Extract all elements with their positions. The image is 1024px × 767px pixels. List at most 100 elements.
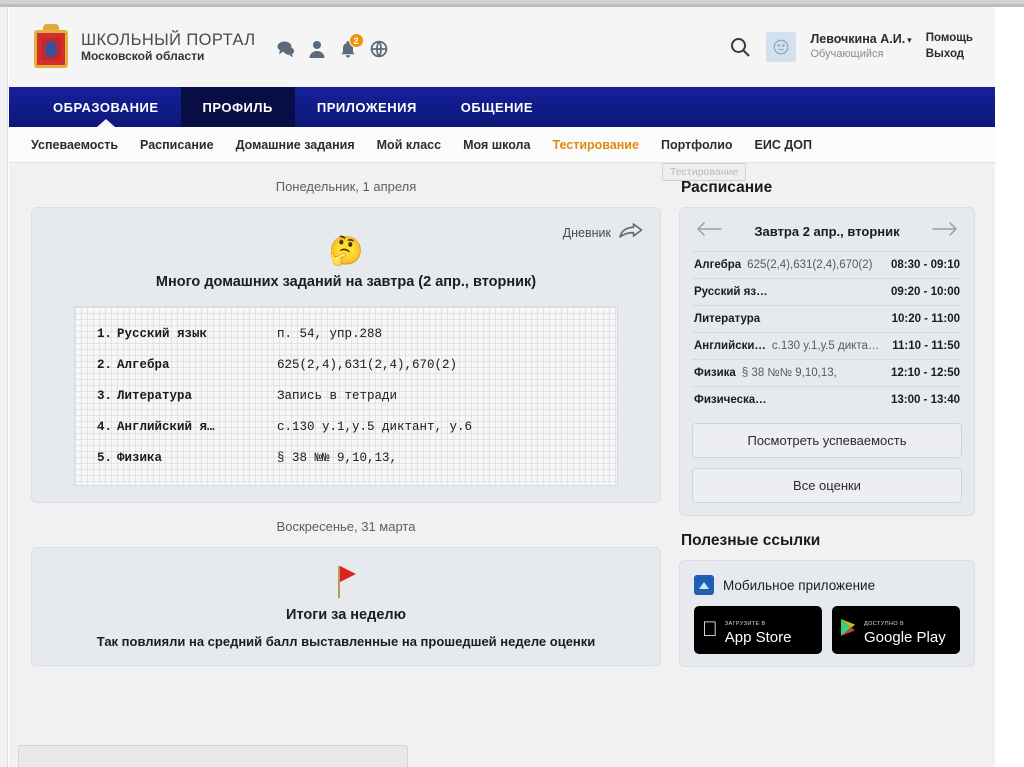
secondary-navigation: Успеваемость Расписание Домашние задания… [9,127,995,163]
share-arrow-icon[interactable] [618,222,644,243]
homework-task: с.130 у.1,у.5 диктант, у.6 [277,420,472,434]
nav-item-communication[interactable]: ОБЩЕНИЕ [439,87,555,127]
homework-task: § 38 №№ 9,10,13, [277,451,397,465]
app-store-small-label: Загрузите в [725,621,766,627]
week-summary-title: Итоги за неделю [48,607,644,623]
sidebar-column: Расписание Завтра 2 апр., вторник [679,163,975,667]
homework-row: 1. Русский язык п. 54, упр.288 [97,327,595,341]
week-summary-subtitle: Так повлияли на средний балл выставленны… [48,634,644,649]
subnav-item-my-class[interactable]: Мой класс [377,138,441,152]
site-header: ШКОЛЬНЫЙ ПОРТАЛ Московской области [9,7,995,87]
user-menu[interactable]: Левочкина А.И.▾ Обучающийся [810,32,911,61]
schedule-row[interactable]: Английски… с.130 у.1,у.5 дикта… 11:10 - … [692,332,962,359]
bottom-partial-card [18,745,408,767]
feed-day-label-sunday: Воскресенье, 31 марта [31,503,661,547]
homework-index: 3. [97,389,117,403]
homework-row: 4. Английский я… с.130 у.1,у.5 диктант, … [97,420,595,434]
header-help-links: Помощь Выход [926,31,973,62]
diary-link[interactable]: Дневник [563,222,644,243]
nav-item-applications[interactable]: ПРИЛОЖЕНИЯ [295,87,439,127]
google-play-label: Google Play [864,629,946,646]
homework-card: Дневник 🤔 Много домашних заданий на завт… [31,207,661,503]
schedule-panel: Завтра 2 апр., вторник Алгебра 625(2,4),… [679,207,975,516]
homework-row: 2. Алгебра 625(2,4),631(2,4),670(2) [97,358,595,372]
user-role: Обучающийся [810,48,911,62]
primary-navigation: ОБРАЗОВАНИЕ ПРОФИЛЬ ПРИЛОЖЕНИЯ ОБЩЕНИЕ [9,87,995,127]
schedule-time: 11:10 - 11:50 [884,340,960,352]
chevron-down-icon[interactable]: ▾ [907,35,912,45]
schedule-time: 08:30 - 09:10 [883,259,960,271]
schedule-subject: Английски… [694,340,766,352]
homework-task: 625(2,4),631(2,4),670(2) [277,358,457,372]
search-icon[interactable] [728,35,752,59]
google-play-logo-icon [840,618,857,642]
messages-icon[interactable] [276,39,296,59]
schedule-row[interactable]: Алгебра 625(2,4),631(2,4),670(2) 08:30 -… [692,251,962,278]
schedule-task: 625(2,4),631(2,4),670(2) [747,259,883,271]
homework-index: 1. [97,327,117,341]
schedule-subject: Литература [694,313,760,325]
logout-link[interactable]: Выход [926,47,973,63]
subnav-item-testing[interactable]: Тестирование [552,138,639,152]
homework-subject: Литература [117,389,277,403]
schedule-date-label: Завтра 2 апр., вторник [754,224,899,239]
week-summary-card: Итоги за неделю Так повлияли на средний … [31,547,661,666]
help-link[interactable]: Помощь [926,31,973,47]
schedule-time: 12:10 - 12:50 [883,367,960,379]
schedule-header: Завтра 2 апр., вторник [692,218,962,251]
view-performance-button[interactable]: Посмотреть успеваемость [692,423,962,458]
header-user-area: Левочкина А.И.▾ Обучающийся Помощь Выход [728,31,995,62]
nav-item-education[interactable]: ОБРАЗОВАНИЕ [31,87,181,127]
app-store-badge[interactable]:  Загрузите в App Store [694,606,822,654]
red-flag-icon [331,564,361,598]
subnav-item-my-school[interactable]: Моя школа [463,138,530,152]
app-store-label: App Store [725,629,792,646]
homework-index: 2. [97,358,117,372]
window-right-margin [995,7,1024,767]
schedule-row[interactable]: Физическа… 13:00 - 13:40 [692,386,962,413]
homework-task: п. 54, упр.288 [277,327,382,341]
subnav-item-homework[interactable]: Домашние задания [236,138,355,152]
subnav-item-eis-dop[interactable]: ЕИС ДОП [755,138,812,152]
contacts-icon[interactable] [307,39,327,59]
avatar[interactable] [766,32,796,62]
schedule-time: 13:00 - 13:40 [883,394,960,406]
tooltip-testing: Тестирование [662,163,746,181]
subnav-item-schedule[interactable]: Расписание [140,138,214,152]
notification-badge: 2 [349,33,364,48]
schedule-time: 10:20 - 11:00 [884,313,960,325]
globe-icon[interactable] [369,39,389,59]
homework-subject: Алгебра [117,358,277,372]
schedule-row[interactable]: Физика § 38 №№ 9,10,13, 12:10 - 12:50 [692,359,962,386]
arrow-right-icon[interactable] [932,221,958,241]
store-badges:  Загрузите в App Store [692,606,962,654]
brand-logo[interactable]: ШКОЛЬНЫЙ ПОРТАЛ Московской области [9,24,256,70]
schedule-subject: Физическа… [694,394,767,406]
window-left-strip [0,7,8,767]
content-area: Понедельник, 1 апреля Дневник 🤔 Много до… [9,163,995,667]
homework-row: 3. Литература Запись в тетради [97,389,595,403]
homework-index: 5. [97,451,117,465]
schedule-row[interactable]: Литература 10:20 - 11:00 [692,305,962,332]
google-play-small-label: Доступно в [864,621,904,627]
header-icon-group: 2 [276,39,389,59]
homework-subject: Английский я… [117,420,277,434]
homework-subject: Физика [117,451,277,465]
arrow-left-icon[interactable] [696,221,722,241]
schedule-task: с.130 у.1,у.5 дикта… [772,340,884,352]
all-marks-button[interactable]: Все оценки [692,468,962,503]
homework-index: 4. [97,420,117,434]
notifications-bell-icon[interactable]: 2 [338,39,358,59]
nav-item-profile[interactable]: ПРОФИЛЬ [181,87,295,127]
mobile-app-link[interactable]: Мобильное приложение [692,571,962,595]
google-play-badge[interactable]: Доступно в Google Play [832,606,960,654]
schedule-subject: Алгебра [694,259,741,271]
subnav-item-portfolio[interactable]: Портфолио [661,138,733,152]
schedule-row[interactable]: Русский яз… 09:20 - 10:00 [692,278,962,305]
feed-day-label-monday: Понедельник, 1 апреля [31,163,661,207]
brand-title: ШКОЛЬНЫЙ ПОРТАЛ [81,31,256,49]
subnav-item-performance[interactable]: Успеваемость [31,138,118,152]
schedule-subject: Физика [694,367,736,379]
brand-subtitle: Московской области [81,50,256,63]
user-name: Левочкина А.И. [810,32,905,46]
